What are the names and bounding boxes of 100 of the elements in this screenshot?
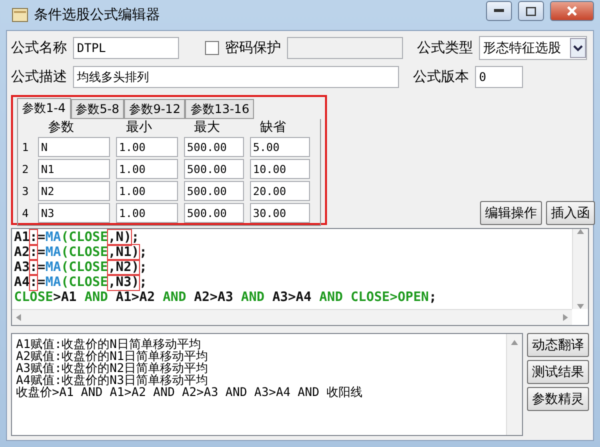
vertical-scrollbar[interactable]	[572, 229, 588, 309]
input-field[interactable]: 20.00	[250, 181, 310, 201]
code-token: AND	[162, 290, 186, 305]
highlighted-code: :	[30, 275, 38, 290]
minimize-icon	[494, 9, 504, 13]
input-field[interactable]: 500.00	[184, 181, 244, 201]
code-token: MA	[45, 245, 61, 260]
code-token: AND	[84, 290, 108, 305]
translation-line: A2赋值:收盘价的N1日简单移动平均	[16, 350, 210, 362]
input-field[interactable]: 0	[475, 66, 523, 88]
row-number: 1	[22, 140, 30, 154]
side-button[interactable]: 动态翻译	[527, 333, 589, 357]
input-field[interactable]: 均线多头排列	[73, 66, 399, 88]
vertical-scrollbar[interactable]	[506, 334, 522, 435]
dropdown-icon	[570, 38, 586, 58]
scroll-left-icon[interactable]	[16, 314, 21, 321]
input-field[interactable]: N3	[38, 203, 110, 223]
side-button[interactable]: 参数精灵	[527, 387, 589, 411]
minimize-button[interactable]	[486, 1, 512, 21]
close-button[interactable]	[550, 1, 594, 21]
input-field[interactable]: 500.00	[184, 203, 244, 223]
code-token: ;	[139, 245, 148, 260]
input-field[interactable]: 5.00	[250, 137, 310, 157]
action-button[interactable]: 插入函	[546, 201, 595, 225]
app-icon	[12, 8, 28, 22]
field-label: 公式名称	[11, 39, 67, 57]
tab[interactable]: 参数5-8	[70, 99, 124, 119]
scroll-down-icon[interactable]	[577, 304, 584, 309]
field-label: 公式版本	[413, 68, 469, 86]
tab[interactable]: 参数13-16	[185, 99, 254, 119]
input-field[interactable]: DTPL	[73, 37, 179, 59]
highlighted-code: :	[30, 230, 38, 245]
input-field[interactable]: N	[38, 137, 110, 157]
code-token: A4	[14, 275, 30, 290]
input-field[interactable]: 1.00	[116, 137, 178, 157]
input-field[interactable]: N2	[38, 181, 110, 201]
input-field[interactable]: 1.00	[116, 181, 178, 201]
code-token: (CLOSE	[60, 260, 108, 275]
code-token: OPEN	[398, 290, 429, 305]
checkbox[interactable]	[205, 41, 219, 55]
code-token: A3>A4	[271, 290, 312, 305]
code-token: A3	[14, 260, 30, 275]
code-token: CLOSE	[14, 290, 54, 305]
type-dropdown[interactable]: 形态特征选股	[479, 36, 587, 60]
highlighted-code: ,N2)	[108, 260, 140, 275]
field-label: 公式描述	[11, 68, 67, 86]
row-number: 3	[22, 184, 30, 198]
code-token: (CLOSE	[60, 275, 108, 290]
code-token: AND	[319, 290, 343, 305]
code-token: MA	[45, 260, 61, 275]
scroll-up-icon[interactable]	[511, 340, 518, 345]
input-field[interactable]: 1.00	[116, 159, 178, 179]
column-header: 参数	[47, 121, 75, 135]
password-field[interactable]	[287, 37, 403, 59]
code-token: =	[37, 260, 46, 275]
input-field[interactable]: 500.00	[184, 159, 244, 179]
close-icon	[567, 6, 577, 16]
highlighted-code: :	[30, 245, 38, 260]
code-token: CLOSE>	[350, 290, 398, 305]
translation-line: A3赋值:收盘价的N2日简单移动平均	[16, 362, 210, 374]
code-token: =	[37, 230, 46, 245]
scroll-up-icon[interactable]	[577, 229, 584, 234]
maximize-button[interactable]	[518, 1, 544, 21]
input-field[interactable]: 500.00	[184, 137, 244, 157]
scroll-right-icon[interactable]	[563, 314, 568, 321]
code-token: A1>A2	[114, 290, 156, 305]
code-token: A2	[14, 245, 30, 260]
tab[interactable]: 参数1-4	[17, 98, 71, 119]
highlighted-code: ,N3)	[108, 275, 140, 290]
code-token: AND	[241, 290, 264, 305]
maximize-icon	[526, 6, 536, 16]
input-field[interactable]: N1	[38, 159, 110, 179]
action-button[interactable]: 编辑操作	[480, 201, 542, 225]
highlighted-code: ,N)	[108, 230, 132, 245]
code-token: ;	[428, 290, 437, 305]
input-field[interactable]: 1.00	[116, 203, 178, 223]
input-field[interactable]: 10.00	[250, 159, 310, 179]
code-token: A2>A3	[193, 290, 234, 305]
column-header: 最小	[125, 121, 153, 135]
field-label: 公式类型	[417, 39, 473, 57]
code-token: MA	[45, 230, 61, 245]
code-token: MA	[45, 275, 61, 290]
code-token: (CLOSE	[60, 245, 108, 260]
code-token: ;	[139, 275, 148, 290]
row-number: 2	[22, 162, 30, 176]
code-token: ;	[139, 260, 148, 275]
row-number: 4	[22, 206, 30, 220]
column-header: 缺省	[259, 121, 287, 135]
code-token: (CLOSE	[60, 230, 108, 245]
column-header: 最大	[193, 121, 221, 135]
translation-line: A4赋值:收盘价的N3日简单移动平均	[16, 374, 210, 386]
code-token: >A1	[53, 290, 78, 305]
side-button[interactable]: 测试结果	[527, 360, 589, 384]
translation-line: 收盘价>A1 AND A1>A2 AND A2>A3 AND A3>A4 AND 收阳线	[16, 386, 364, 398]
code-token: =	[37, 275, 46, 290]
horizontal-scrollbar[interactable]	[12, 309, 572, 325]
input-field[interactable]: 30.00	[250, 203, 310, 223]
code-editor[interactable]: A1:=MA(CLOSE,N); A2:=MA(CLOSE,N1); A3:=MA(CLOSE,N2); A4:=MA(CLOSE,N3); CLOSE>A1 AND A1>A2 AND A2>A3 AND A3>A4 AND CLOSE>OPEN;	[11, 228, 589, 326]
window-title: 条件选股公式编辑器	[34, 6, 161, 24]
tab[interactable]: 参数9-12	[124, 99, 186, 119]
